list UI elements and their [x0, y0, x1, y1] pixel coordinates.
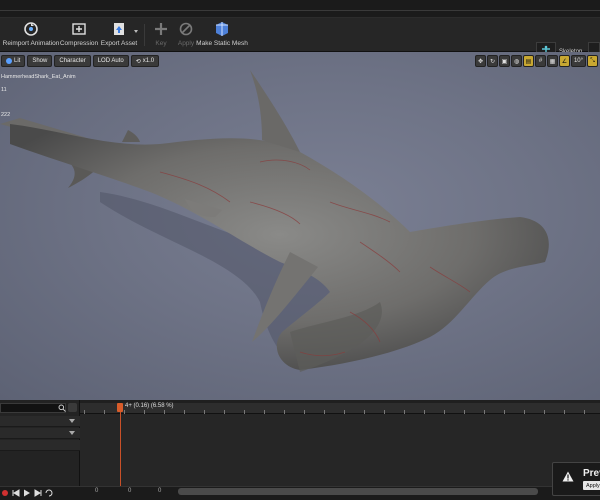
animation-viewport[interactable]: Lit Show Character LOD Auto ⟲ x1.0 ✥ ↻ ▣ … — [0, 52, 600, 400]
rotation-snap-icon[interactable]: ∠ — [559, 55, 570, 67]
character-label: Character — [59, 58, 86, 64]
timeline-panel: 0 0 0 — [0, 400, 600, 500]
character-button[interactable]: Character — [54, 55, 91, 67]
track-area[interactable] — [80, 414, 600, 486]
translate-icon[interactable]: ✥ — [475, 55, 486, 67]
track-row[interactable] — [0, 416, 80, 427]
export-icon — [110, 20, 128, 38]
warning-icon — [562, 471, 574, 482]
reimport-icon — [22, 20, 40, 38]
viewport-transform-bar: ✥ ↻ ▣ ◍ ▤ # ▦ ∠ 10° ⤡ — [475, 55, 598, 67]
loop-button[interactable] — [45, 489, 53, 497]
skip-end-button[interactable] — [34, 489, 42, 497]
export-asset-button[interactable]: Export Asset — [99, 20, 139, 50]
record-button[interactable] — [1, 489, 9, 497]
notification-title: Prev — [583, 468, 600, 479]
asset-toolbar: Reimport Animation Compression Export As… — [0, 18, 600, 62]
toolbar-separator — [144, 24, 145, 46]
make-static-label: Make Static Mesh — [196, 40, 248, 47]
viewport-menu-icon — [6, 58, 12, 64]
show-button[interactable]: Show — [27, 55, 53, 67]
world-icon[interactable]: ◍ — [511, 55, 522, 67]
playhead-line — [120, 412, 121, 486]
apply-button[interactable]: Apply — [174, 20, 198, 50]
rotation-snap-value[interactable]: 10° — [571, 55, 586, 67]
track-row[interactable] — [0, 440, 80, 451]
reimport-animation-button[interactable]: Reimport Animation — [2, 20, 60, 50]
skip-start-button[interactable] — [12, 489, 20, 497]
plus-icon — [152, 20, 170, 38]
search-icon — [58, 404, 66, 412]
viewport-options-bar: Lit Show Character LOD Auto ⟲ x1.0 — [0, 55, 160, 69]
info-line-2: 11 — [1, 87, 7, 93]
title-strip — [0, 0, 600, 18]
gear-icon[interactable] — [68, 403, 77, 412]
export-label: Export Asset — [100, 40, 138, 47]
transport-controls — [1, 489, 53, 497]
asset-name-text: HammerheadShark_Eat_Anim — [1, 74, 76, 80]
key-button[interactable]: Key — [150, 20, 172, 50]
current-frame-field[interactable]: 0 — [128, 488, 131, 494]
make-static-mesh-button[interactable]: Make Static Mesh — [196, 20, 248, 50]
current-frame-label: 4+ (0.16) (6.58 %) — [125, 403, 174, 409]
export-dropdown-icon[interactable] — [134, 30, 138, 33]
chevron-down-icon — [69, 431, 75, 435]
speed-label: x1.0 — [142, 58, 155, 64]
end-frame-field[interactable]: 0 — [158, 488, 161, 494]
reimport-label: Reimport Animation — [2, 40, 60, 47]
grid-snap-icon[interactable]: # — [535, 55, 546, 67]
track-search-input[interactable] — [0, 403, 66, 413]
apply-icon — [177, 20, 195, 38]
play-button[interactable] — [23, 489, 31, 497]
scale-icon[interactable]: ▣ — [499, 55, 510, 67]
viewport-info-text: HammerheadShark_Eat_Anim 11 222 — [1, 71, 76, 122]
apply-label: Apply — [177, 40, 195, 47]
compression-label: Compression — [59, 40, 99, 47]
preview-notification: Prev Apply — [552, 462, 600, 496]
grid-size-button[interactable]: ▦ — [547, 55, 558, 67]
lod-label: LOD Auto — [97, 58, 124, 64]
timeline-scrollbar[interactable] — [178, 488, 538, 495]
start-frame-field[interactable]: 0 — [95, 488, 98, 494]
surface-snap-icon[interactable]: ▤ — [523, 55, 534, 67]
track-list — [0, 400, 80, 500]
chevron-down-icon — [69, 419, 75, 423]
info-line-3: 222 — [1, 112, 11, 118]
lod-button[interactable]: LOD Auto — [92, 55, 129, 67]
notification-apply-button[interactable]: Apply — [583, 481, 600, 490]
speed-icon: ⟲ — [135, 58, 141, 65]
show-label: Show — [32, 58, 48, 64]
scale-snap-icon[interactable]: ⤡ — [587, 55, 598, 67]
compression-icon — [70, 20, 88, 38]
playhead-handle[interactable] — [117, 403, 123, 412]
viewport-options-button[interactable]: Lit — [1, 55, 26, 67]
rotate-icon[interactable]: ↻ — [487, 55, 498, 67]
compression-button[interactable]: Compression — [60, 20, 98, 50]
static-mesh-icon — [213, 20, 231, 38]
playback-speed-button[interactable]: ⟲ x1.0 — [130, 55, 160, 67]
hammerhead-shark-mesh — [0, 70, 549, 372]
lit-label: Lit — [14, 58, 21, 64]
track-row[interactable] — [0, 428, 80, 439]
key-label: Key — [155, 40, 167, 47]
